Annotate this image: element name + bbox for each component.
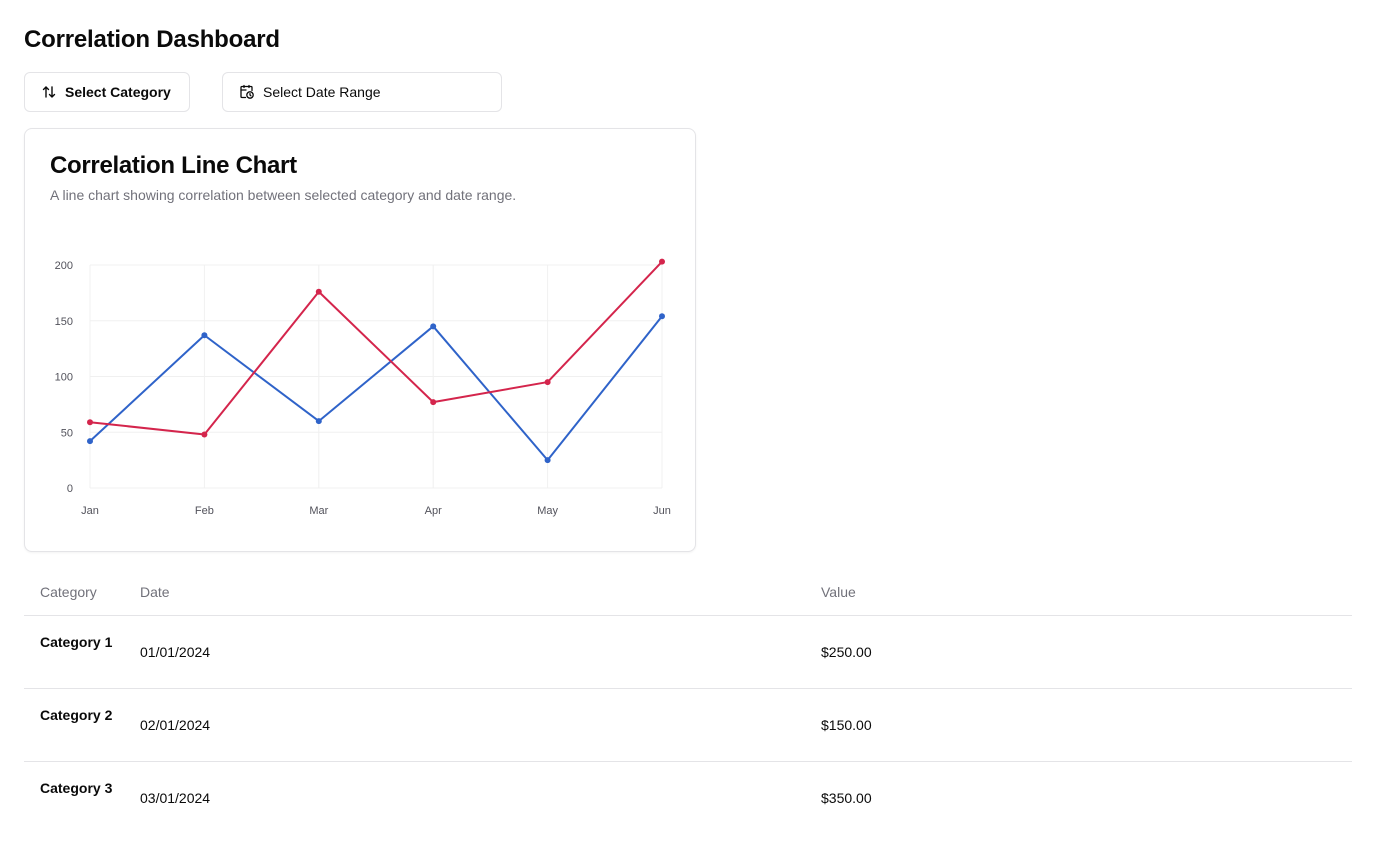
table-row[interactable]: Category 2 02/01/2024 $150.00: [24, 689, 1352, 762]
data-point-series-2: [659, 258, 665, 265]
x-tick-label: Mar: [309, 505, 328, 517]
page-title: Correlation Dashboard: [24, 26, 280, 53]
header-date: Date: [140, 584, 170, 600]
row-category: Category 2: [40, 707, 113, 723]
select-date-range-button[interactable]: Select Date Range: [222, 72, 502, 112]
y-tick-label: 50: [61, 427, 73, 439]
row-date: 01/01/2024: [140, 644, 211, 660]
series-line-1: [89, 315, 663, 462]
select-category-label: Select Category: [65, 84, 171, 100]
arrow-up-down-icon: [41, 84, 57, 100]
table-row[interactable]: Category 1 01/01/2024 $250.00: [24, 616, 1352, 689]
data-point-series-1: [201, 332, 208, 339]
table-row[interactable]: Category 3 03/01/2024 $350.00: [24, 762, 1352, 835]
data-point-series-2: [87, 419, 93, 426]
y-tick-label: 0: [67, 483, 73, 495]
data-point-series-2: [201, 431, 208, 438]
row-value: $350.00: [821, 790, 872, 806]
x-tick-label: Jun: [653, 505, 671, 517]
header-value: Value: [821, 584, 856, 600]
data-point-series-1: [430, 323, 437, 330]
y-tick-label: 200: [55, 260, 73, 272]
data-point-series-1: [544, 457, 551, 464]
row-category: Category 3: [40, 780, 113, 796]
row-category: Category 1: [40, 634, 113, 650]
line-chart: 0 50 100 150 200 Jan Feb Mar Apr May Jun: [55, 258, 671, 517]
row-value: $150.00: [821, 717, 872, 733]
select-date-range-label: Select Date Range: [263, 84, 381, 100]
row-date: 03/01/2024: [140, 790, 211, 806]
x-tick-label: Apr: [425, 505, 442, 517]
dashboard-page: Correlation Dashboard Select Category Se…: [0, 0, 1376, 859]
x-tick-label: Jan: [81, 505, 99, 517]
data-point-series-1: [315, 418, 322, 425]
table-header-row: Category Date Value: [24, 568, 1352, 616]
data-point-series-1: [659, 313, 665, 320]
data-table: Category Date Value Category 1 01/01/202…: [24, 568, 1352, 835]
data-point-series-2: [544, 379, 551, 386]
select-category-button[interactable]: Select Category: [24, 72, 190, 112]
row-value: $250.00: [821, 644, 872, 660]
data-point-series-1: [87, 438, 93, 445]
calendar-clock-icon: [239, 84, 255, 100]
row-date: 02/01/2024: [140, 717, 211, 733]
data-point-series-2: [430, 399, 437, 406]
x-tick-label: May: [537, 505, 558, 517]
data-point-series-2: [315, 288, 322, 295]
header-category: Category: [40, 584, 97, 600]
series-line-2: [89, 260, 663, 436]
chart-card: Correlation Line Chart A line chart show…: [24, 128, 696, 552]
x-tick-label: Feb: [195, 505, 214, 517]
y-tick-label: 150: [55, 316, 73, 328]
y-tick-label: 100: [55, 372, 73, 384]
